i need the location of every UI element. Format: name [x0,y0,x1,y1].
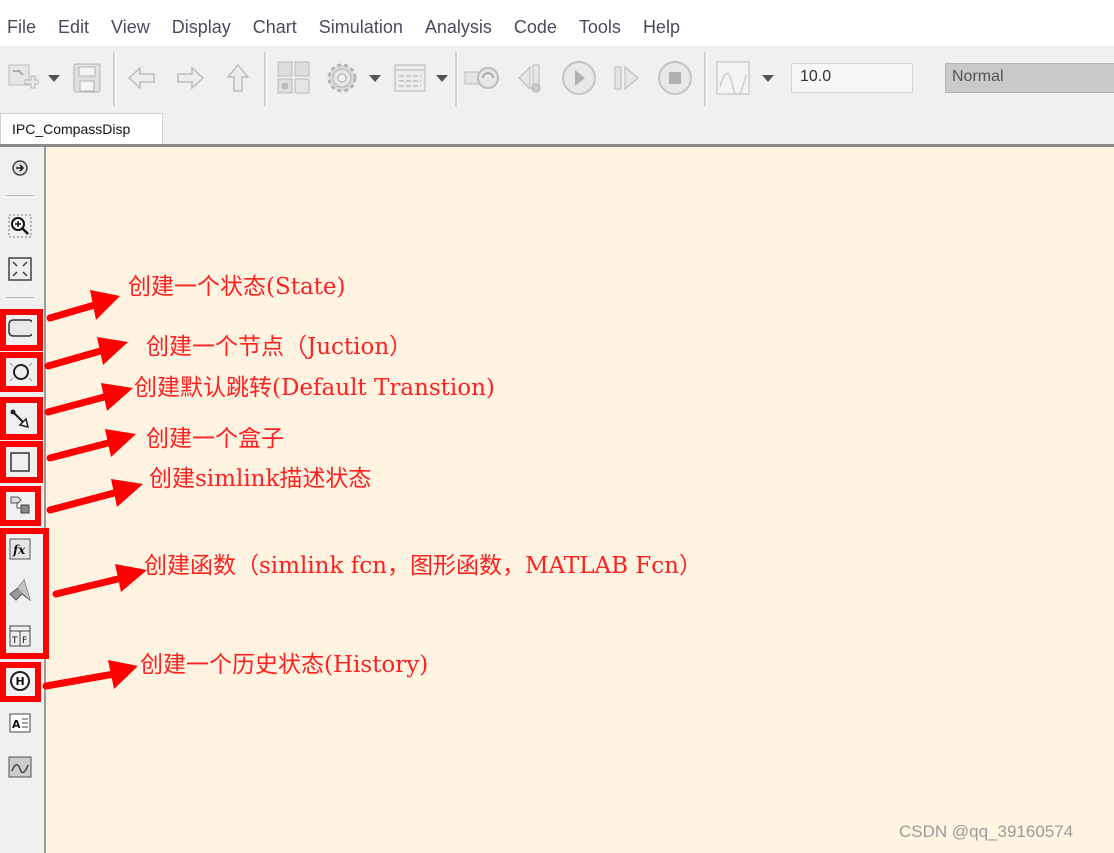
explorer-dropdown[interactable] [436,75,448,82]
new-block-icon [8,64,39,89]
step-back-button[interactable] [515,60,551,96]
stop-time-input[interactable]: 10.0 [791,63,913,93]
annotation-tool-button[interactable]: A [8,711,32,735]
save-icon [73,63,101,93]
menu-edit[interactable]: Edit [57,17,90,38]
toolbar: 10.0 Normal [0,46,1114,111]
library-browser-button[interactable] [276,60,312,96]
highlight-default-transition-tool [0,397,43,440]
highlight-history-tool [0,662,41,702]
menu-display[interactable]: Display [171,17,232,38]
highlight-simulink-state-tool [0,486,41,526]
menu-chart[interactable]: Chart [252,17,298,38]
back-button[interactable] [126,64,158,92]
update-diagram-button[interactable] [462,62,502,94]
library-icon [277,61,310,94]
tab-ipc-compassdisp[interactable]: IPC_CompassDisp [0,113,163,144]
fit-view-icon [8,257,32,281]
gear-icon [327,63,357,93]
menu-code[interactable]: Code [513,17,558,38]
highlight-state-tool [0,309,43,351]
image-tool-button[interactable] [8,755,32,779]
annotation-state: 创建一个状态(State) [128,274,346,300]
scope-button[interactable] [715,60,751,96]
image-icon [8,756,32,778]
run-button[interactable] [560,60,598,96]
step-forward-button[interactable] [610,62,642,94]
hide-show-explorer-button[interactable] [8,156,32,180]
model-settings-button[interactable] [325,60,359,96]
stop-icon [658,61,692,95]
up-button[interactable] [224,62,252,94]
step-forward-icon [614,65,639,91]
annotation-history: 创建一个历史状态(History) [140,652,429,678]
annotation-function: 创建函数（simlink fcn，图形函数，MATLAB Fcn） [144,553,702,579]
annotation-default-transition: 创建默认跳转(Default Transtion) [134,375,495,401]
zoom-in-icon [8,214,32,238]
watermark: CSDN @qq_39160574 [899,822,1074,841]
simulation-mode-select[interactable]: Normal [945,63,1114,93]
menu-analysis[interactable]: Analysis [424,17,493,38]
new-block-button[interactable] [6,62,40,94]
step-back-icon [518,64,541,93]
arrow-circle-icon [12,160,28,176]
annotation-junction: 创建一个节点（Juction） [146,334,413,360]
fit-to-view-button[interactable] [8,257,32,281]
highlight-function-tools [0,528,49,659]
settings-dropdown[interactable] [369,75,381,82]
stop-button[interactable] [656,60,694,96]
refresh-icon [464,67,499,89]
table-icon [394,64,426,92]
highlight-box-tool [0,441,43,483]
svg-text:A: A [12,718,21,731]
annotation-box: 创建一个盒子 [146,426,284,452]
forward-button[interactable] [174,64,206,92]
highlight-junction-tool [0,352,43,392]
menu-bar: File Edit View Display Chart Simulation … [0,0,1114,46]
menu-simulation[interactable]: Simulation [318,17,404,38]
scope-icon [716,61,750,95]
menu-help[interactable]: Help [642,17,681,38]
menu-file[interactable]: File [6,17,37,38]
arrow-left-icon [127,66,155,90]
menu-view[interactable]: View [110,17,151,38]
tab-bar: IPC_CompassDisp [0,110,1114,147]
arrow-right-icon [177,66,205,90]
model-explorer-button[interactable] [393,62,427,94]
annotation-icon: A [9,713,31,733]
arrow-up-icon [226,63,250,92]
menu-tools[interactable]: Tools [578,17,622,38]
new-block-dropdown[interactable] [48,75,60,82]
play-icon [562,61,596,95]
save-button[interactable] [72,62,102,94]
zoom-tool-button[interactable] [8,214,32,238]
annotation-simulink-state: 创建simlink描述状态 [149,466,372,492]
chart-canvas[interactable] [46,147,1114,853]
scope-dropdown[interactable] [762,75,774,82]
